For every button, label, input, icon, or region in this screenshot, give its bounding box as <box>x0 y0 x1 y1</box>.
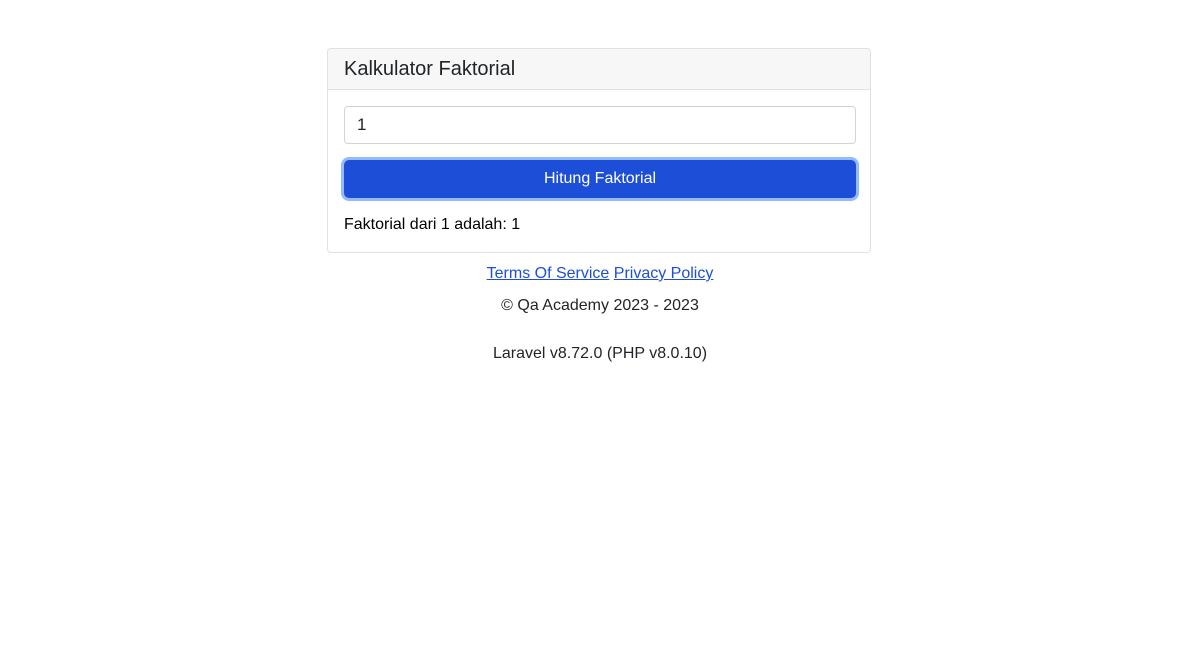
calculate-factorial-button[interactable]: Hitung Faktorial <box>344 160 856 198</box>
terms-of-service-link[interactable]: Terms Of Service <box>487 265 610 282</box>
privacy-policy-link[interactable]: Privacy Policy <box>614 265 714 282</box>
number-input[interactable] <box>344 106 856 144</box>
footer-links: Terms Of Service Privacy Policy <box>0 265 1200 283</box>
card-title: Kalkulator Faktorial <box>328 49 870 90</box>
version-text: Laravel v8.72.0 (PHP v8.0.10) <box>492 345 708 362</box>
copyright-text: © Qa Academy 2023 - 2023 <box>501 297 699 314</box>
card-body: Hitung Faktorial Faktorial dari 1 adalah… <box>328 90 870 250</box>
factorial-card: Kalkulator Faktorial Hitung Faktorial Fa… <box>327 48 871 253</box>
result-text: Faktorial dari 1 adalah: 1 <box>344 216 521 233</box>
